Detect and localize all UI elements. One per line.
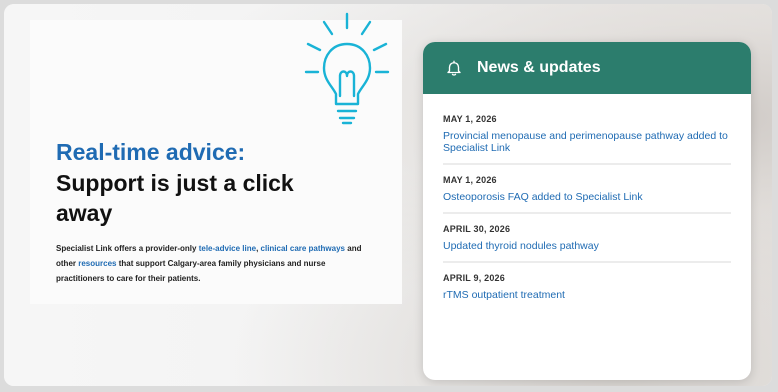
news-item: MAY 1, 2026 Osteoporosis FAQ added to Sp…: [443, 165, 731, 214]
news-link[interactable]: Updated thyroid nodules pathway: [443, 240, 731, 252]
news-link[interactable]: Provincial menopause and perimenopause p…: [443, 130, 731, 154]
news-item: MAY 1, 2026 Provincial menopause and per…: [443, 110, 731, 165]
news-date: APRIL 30, 2026: [443, 224, 511, 234]
resources-link[interactable]: resources: [78, 259, 116, 268]
hero-description: Specialist Link offers a provider-only t…: [56, 241, 376, 286]
hero-title: Support is just a click away: [56, 170, 294, 226]
tele-advice-link[interactable]: tele-advice line: [199, 244, 256, 253]
news-date: MAY 1, 2026: [443, 175, 497, 185]
screenshot-frame: Real-time advice: Support is just a clic…: [4, 4, 772, 386]
news-date: APRIL 9, 2026: [443, 273, 505, 283]
news-card: News & updates MAY 1, 2026 Provincial me…: [423, 42, 751, 380]
news-link[interactable]: rTMS outpatient treatment: [443, 289, 731, 301]
news-header-title: News & updates: [477, 59, 601, 76]
news-date: MAY 1, 2026: [443, 114, 497, 124]
news-item: APRIL 30, 2026 Updated thyroid nodules p…: [443, 214, 731, 263]
news-list: MAY 1, 2026 Provincial menopause and per…: [423, 94, 751, 310]
desc-text: Specialist Link offers a provider-only: [56, 244, 199, 253]
news-header: News & updates: [423, 42, 751, 94]
bell-icon: [447, 60, 461, 76]
news-link[interactable]: Osteoporosis FAQ added to Specialist Lin…: [443, 191, 731, 203]
news-item: APRIL 9, 2026 rTMS outpatient treatment: [443, 263, 731, 310]
lightbulb-icon: [304, 12, 390, 125]
hero-title-accent: Real-time advice:: [56, 139, 246, 165]
clinical-care-pathways-link[interactable]: clinical care pathways: [261, 244, 346, 253]
